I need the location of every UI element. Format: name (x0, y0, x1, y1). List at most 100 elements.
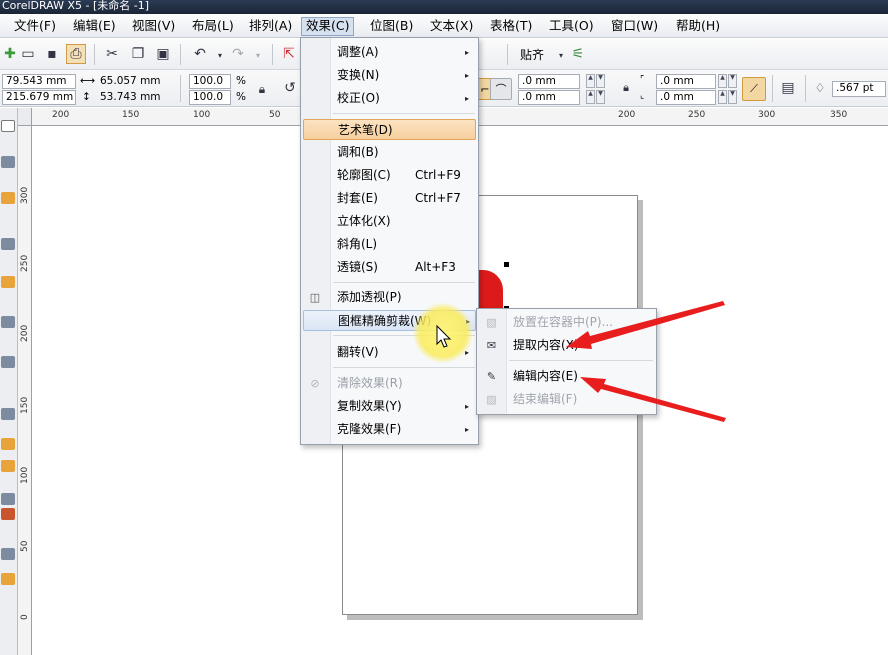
text-tool-icon[interactable] (1, 460, 15, 472)
menu-item-lens[interactable]: 透镜(S) Alt+F3 (303, 257, 476, 278)
menu-item-label: 艺术笔(D) (338, 123, 393, 137)
position-y-field[interactable]: 215.679 mm (2, 90, 76, 105)
ruler-tick-label: 100 (193, 110, 211, 120)
menu-item-blend[interactable]: 调和(B) (303, 142, 476, 163)
menu-item-adjust[interactable]: 调整(A) ▸ (303, 42, 476, 63)
menu-edit[interactable]: 编辑(E) (69, 17, 120, 36)
spin-up-icon[interactable]: ▲ (718, 74, 727, 88)
snap-label[interactable]: 贴齐 (520, 48, 544, 62)
fill-tool-icon[interactable] (1, 573, 15, 585)
menu-item-artistic-media[interactable]: 艺术笔(D) (303, 119, 476, 140)
menu-item-edit-contents[interactable]: ✎ 编辑内容(E) (479, 366, 654, 387)
ruler-tick-label: 0 (20, 614, 30, 620)
table-tool-icon[interactable] (1, 493, 15, 505)
spin-down-icon[interactable]: ▼ (728, 90, 737, 104)
menu-item-copy-effect[interactable]: 复制效果(Y) ▸ (303, 396, 476, 417)
new-document-icon[interactable]: ✚ (0, 44, 20, 64)
extract-contents-icon: ✉ (486, 339, 497, 352)
redo-icon[interactable]: ↷ (228, 44, 248, 64)
vertical-ruler[interactable]: 300 250 200 150 100 50 0 (18, 126, 32, 655)
save-icon[interactable]: ▪ (42, 44, 62, 64)
ruler-tick-label: 300 (20, 186, 30, 204)
wrap-text-icon[interactable]: ▤ (778, 78, 798, 98)
open-folder-icon[interactable]: ▭ (18, 44, 38, 64)
menu-item-extrude[interactable]: 立体化(X) (303, 211, 476, 232)
pick-tool-icon[interactable] (1, 120, 15, 132)
corner-radius-bottom-right-field[interactable]: .0 mm (656, 90, 716, 105)
shape-tool-icon[interactable] (1, 156, 15, 168)
height-field[interactable]: 53.743 mm (96, 90, 172, 105)
freehand-tool-icon[interactable] (1, 276, 15, 288)
menu-effects[interactable]: 效果(C) (301, 17, 355, 36)
corner-radius-bottom-left-field[interactable]: .0 mm (518, 90, 580, 105)
outline-pen-icon[interactable]: ♢ (810, 78, 830, 98)
spin-down-icon[interactable]: ▼ (728, 74, 737, 88)
menu-item-place-inside-container[interactable]: ▧ 放置在容器中(P)... (479, 312, 654, 333)
menu-item-extract-contents[interactable]: ✉ 提取内容(X) (479, 335, 654, 356)
powerclip-submenu: ▧ 放置在容器中(P)... ✉ 提取内容(X) ✎ 编辑内容(E) ▨ 结束编辑(F) (476, 308, 657, 415)
smart-fill-icon[interactable] (1, 316, 15, 328)
submenu-arrow-icon: ▸ (465, 48, 470, 57)
chevron-down-icon[interactable]: ▾ (210, 45, 230, 65)
snap-options-icon[interactable]: ⚟ (568, 44, 588, 64)
outline-width-field[interactable]: .567 pt (832, 81, 886, 97)
scallop-corner-button[interactable]: ⌒ (490, 78, 512, 100)
polygon-tool-icon[interactable] (1, 438, 15, 450)
menu-layout[interactable]: 布局(L) (188, 17, 238, 36)
menu-item-clone-effect[interactable]: 克隆效果(F) ▸ (303, 419, 476, 440)
place-in-container-icon: ▧ (486, 316, 497, 329)
menu-file[interactable]: 文件(F) (10, 17, 60, 36)
scale-x-field[interactable]: 100.0 (189, 74, 231, 89)
spin-down-icon[interactable]: ▼ (596, 90, 605, 104)
lock-corners-icon[interactable]: 🔒︎ (616, 78, 636, 98)
paste-icon[interactable]: ▣ (153, 44, 173, 64)
rotate-icon[interactable]: ↺ (280, 78, 300, 98)
cut-icon[interactable]: ✂ (102, 44, 122, 64)
menu-item-clear-effect[interactable]: ⊘ 清除效果(R) (303, 373, 476, 394)
menu-text[interactable]: 文本(X) (426, 17, 477, 36)
spin-down-icon[interactable]: ▼ (596, 74, 605, 88)
ellipse-tool-icon[interactable] (1, 408, 15, 420)
copy-icon[interactable]: ❐ (128, 44, 148, 64)
position-x-field[interactable]: 79.543 mm (2, 74, 76, 89)
menu-item-transform[interactable]: 变换(N) ▸ (303, 65, 476, 86)
spin-up-icon[interactable]: ▲ (586, 90, 595, 104)
menu-item-envelope[interactable]: 封套(E) Ctrl+F7 (303, 188, 476, 209)
menu-window[interactable]: 窗口(W) (607, 17, 662, 36)
rectangle-tool-icon[interactable] (1, 356, 15, 368)
corner-radius-top-left-field[interactable]: .0 mm (518, 74, 580, 89)
relative-corner-scale-button[interactable]: ⟋ (742, 77, 766, 101)
menu-item-bevel[interactable]: 斜角(L) (303, 234, 476, 255)
ruler-tick-label: 350 (830, 110, 848, 120)
print-icon[interactable]: ⎙ (66, 44, 86, 64)
menu-separator (333, 282, 475, 283)
shortcut-label: Ctrl+F9 (415, 168, 461, 182)
menu-item-correction[interactable]: 校正(O) ▸ (303, 88, 476, 109)
outline-tool-icon[interactable] (1, 548, 15, 560)
import-icon[interactable]: ⇱ (279, 44, 299, 64)
corner-radius-top-right-field[interactable]: .0 mm (656, 74, 716, 89)
eyedropper-tool-icon[interactable] (1, 508, 15, 520)
menu-item-contour[interactable]: 轮廓图(C) Ctrl+F9 (303, 165, 476, 186)
selection-handle[interactable] (504, 262, 509, 267)
lock-ratio-icon[interactable]: 🔒︎ (252, 79, 272, 99)
menu-arrange[interactable]: 排列(A) (245, 17, 296, 36)
submenu-arrow-icon: ▸ (465, 402, 470, 411)
menu-table[interactable]: 表格(T) (486, 17, 536, 36)
ruler-tick-label: 150 (20, 396, 30, 414)
scale-y-field[interactable]: 100.0 (189, 90, 231, 105)
zoom-tool-icon[interactable] (1, 238, 15, 250)
menu-help[interactable]: 帮助(H) (672, 17, 724, 36)
ruler-origin[interactable] (18, 108, 32, 126)
crop-tool-icon[interactable] (1, 192, 15, 204)
spin-up-icon[interactable]: ▲ (586, 74, 595, 88)
menu-tools[interactable]: 工具(O) (545, 17, 598, 36)
ruler-tick-label: 50 (269, 110, 281, 120)
spin-up-icon[interactable]: ▲ (718, 90, 727, 104)
menu-item-finish-editing[interactable]: ▨ 结束编辑(F) (479, 389, 654, 410)
menu-view[interactable]: 视图(V) (128, 17, 179, 36)
chevron-down-icon[interactable]: ▾ (248, 45, 268, 65)
width-field[interactable]: 65.057 mm (96, 74, 172, 89)
menu-bitmaps[interactable]: 位图(B) (366, 17, 417, 36)
undo-icon[interactable]: ↶ (190, 44, 210, 64)
